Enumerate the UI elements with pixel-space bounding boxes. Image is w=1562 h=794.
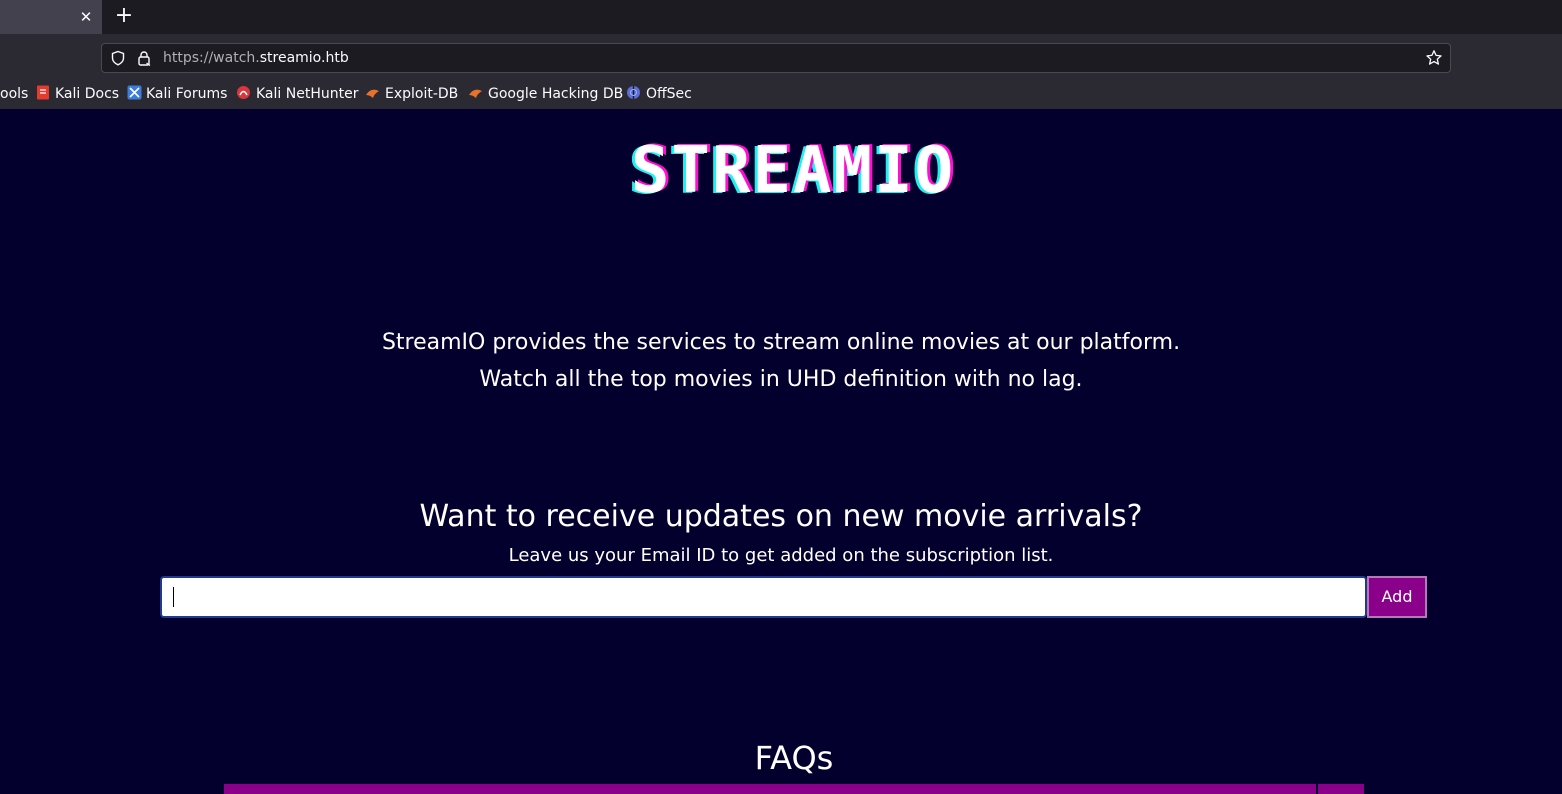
intro-line-1: StreamIO provides the services to stream…	[381, 330, 1181, 355]
faq-item-bar[interactable]	[224, 784, 1316, 794]
streamio-logo: STREAMIO STREAMIO STREAMIO	[553, 134, 1033, 208]
logo-text: STREAMIO	[630, 134, 956, 208]
close-tab-icon[interactable]: ✕	[78, 7, 94, 27]
bookmark-kali-docs[interactable]: Kali Docs	[55, 84, 119, 104]
faq-heading: FAQs	[754, 739, 834, 777]
bookmark-tools[interactable]: ools	[0, 84, 28, 104]
lock-icon[interactable]	[136, 50, 152, 66]
intro-line-2: Watch all the top movies in UHD definiti…	[479, 367, 1083, 392]
bookmarks-toolbar: ools Kali Docs Kali Forums Kali NetHunte…	[0, 80, 1562, 109]
bookmark-exploit-db[interactable]: Exploit-DB	[385, 84, 458, 104]
bookmark-kali-forums[interactable]: Kali Forums	[146, 84, 227, 104]
tab-strip: ✕ +	[0, 0, 1562, 34]
shield-icon[interactable]	[110, 50, 126, 66]
bookmark-offsec[interactable]: OffSec	[646, 84, 692, 104]
ghdb-icon	[469, 89, 482, 98]
intro-text: StreamIO provides the services to stream…	[281, 324, 1281, 398]
updates-subtext: Leave us your Email ID to get added on t…	[508, 545, 1054, 566]
kali-forums-icon	[127, 85, 142, 100]
add-button[interactable]: Add	[1367, 576, 1427, 618]
url-scheme: https://watch.	[163, 50, 260, 66]
exploit-db-icon	[366, 89, 379, 98]
page-content: STREAMIO STREAMIO STREAMIO StreamIO prov…	[0, 109, 1562, 794]
url-text[interactable]: https://watch.streamio.htb	[163, 49, 349, 67]
active-tab[interactable]: ✕	[0, 0, 102, 34]
offsec-icon	[627, 86, 640, 99]
new-tab-icon[interactable]: +	[113, 4, 135, 28]
bookmark-star-icon[interactable]	[1425, 49, 1443, 67]
email-input[interactable]	[160, 576, 1367, 618]
kali-docs-icon	[37, 85, 49, 100]
text-caret	[173, 587, 174, 607]
faq-toggle[interactable]	[1318, 784, 1364, 794]
address-bar[interactable]: https://watch.streamio.htb	[101, 43, 1451, 73]
kali-nethunter-icon	[237, 86, 250, 99]
updates-heading: Want to receive updates on new movie arr…	[419, 499, 1143, 534]
url-host: streamio.htb	[259, 50, 349, 66]
bookmark-google-hacking-db[interactable]: Google Hacking DB	[488, 84, 623, 104]
navigation-bar: https://watch.streamio.htb	[0, 34, 1562, 80]
bookmark-kali-nethunter[interactable]: Kali NetHunter	[256, 84, 358, 104]
